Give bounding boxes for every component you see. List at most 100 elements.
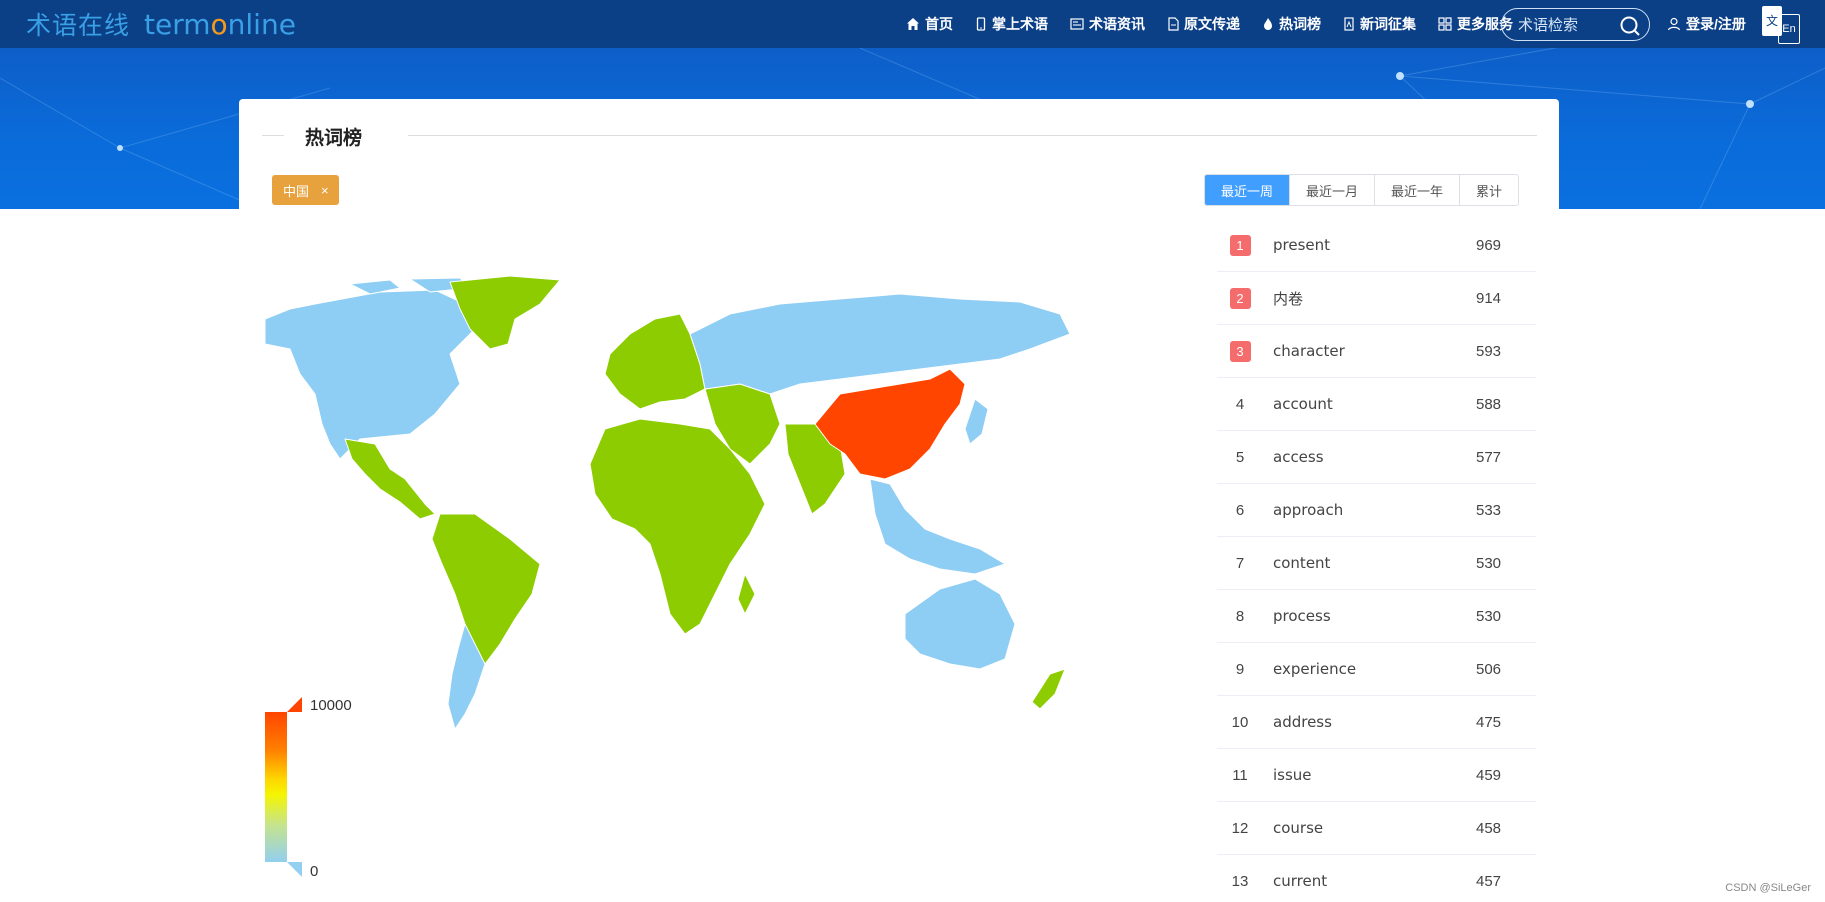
- language-switch[interactable]: En 文: [1762, 6, 1802, 44]
- rank-count: 459: [1476, 766, 1502, 784]
- ranking-row[interactable]: 2 内卷 914: [1217, 272, 1536, 325]
- logo-en-o: o: [210, 8, 228, 41]
- rank-word: 内卷: [1273, 289, 1304, 308]
- rank-word: content: [1273, 554, 1331, 572]
- nav-hot-words-label: 热词榜: [1279, 16, 1321, 32]
- map-region-south-america[interactable]: [431, 513, 541, 665]
- map-region-mexico-central-america[interactable]: [344, 438, 436, 520]
- document-icon: [1168, 17, 1179, 31]
- nav-term-news-label: 术语资讯: [1089, 16, 1145, 32]
- rank-count: 506: [1476, 660, 1502, 678]
- rank-count: 577: [1476, 448, 1502, 466]
- region-filter-tag: 中国 ×: [272, 175, 339, 205]
- close-icon[interactable]: ×: [321, 183, 329, 198]
- legend-min-handle[interactable]: [287, 862, 302, 877]
- site-logo[interactable]: 术语在线 termonline: [26, 6, 296, 42]
- title-divider-left: [262, 135, 284, 136]
- rank-count: 458: [1476, 819, 1502, 837]
- phone-icon: [976, 17, 986, 31]
- map-region-new-zealand[interactable]: [1031, 668, 1066, 710]
- watermark: CSDN @SiLeGer: [1725, 882, 1811, 894]
- lang-zh: 文: [1762, 6, 1782, 36]
- rank-word: issue: [1273, 766, 1312, 784]
- ranking-row[interactable]: 9 experience 506: [1217, 643, 1536, 696]
- rank-badge: 3: [1229, 340, 1251, 362]
- tab-cumulative[interactable]: 累计: [1459, 175, 1519, 205]
- tab-last-year[interactable]: 最近一年: [1374, 175, 1460, 205]
- nav-document-delivery[interactable]: 原文传递: [1167, 14, 1240, 34]
- rank-number: 8: [1235, 607, 1245, 625]
- map-region-southeast-asia[interactable]: [869, 478, 1006, 575]
- logo-en-suffix: nline: [227, 8, 296, 41]
- nav-mobile-terms[interactable]: 掌上术语: [975, 14, 1048, 34]
- page-title: 热词榜: [305, 127, 363, 149]
- rank-number: 3: [1217, 340, 1263, 362]
- tab-last-week[interactable]: 最近一周: [1205, 175, 1290, 205]
- rank-number: 7: [1235, 554, 1245, 572]
- rank-word: address: [1273, 713, 1332, 731]
- rank-number: 12: [1231, 819, 1249, 837]
- top-navigation-bar: 术语在线 termonline 首页 掌上术语 术语资讯 原文传递 热词榜 新词…: [0, 0, 1825, 48]
- ranking-row[interactable]: 6 approach 533: [1217, 484, 1536, 537]
- nav-new-words-collection[interactable]: 新词征集: [1343, 14, 1416, 34]
- nav-home-label: 首页: [925, 16, 953, 32]
- nav-home[interactable]: 首页: [906, 14, 953, 34]
- map-region-australia[interactable]: [904, 578, 1016, 670]
- section-header: 热词榜: [262, 123, 1537, 149]
- map-region-africa[interactable]: [737, 573, 756, 615]
- map-legend: 10000 0: [265, 697, 375, 880]
- ranking-row[interactable]: 7 content 530: [1217, 537, 1536, 590]
- ranking-row[interactable]: 1 present 969: [1217, 219, 1536, 272]
- nav-mobile-terms-label: 掌上术语: [992, 16, 1048, 32]
- search-input[interactable]: [1518, 15, 1618, 34]
- login-register-label: 登录/注册: [1686, 16, 1746, 32]
- user-icon: [1667, 17, 1681, 31]
- nav-document-delivery-label: 原文传递: [1184, 16, 1240, 32]
- tab-last-month[interactable]: 最近一月: [1289, 175, 1375, 205]
- rank-count: 588: [1476, 395, 1502, 413]
- nav-term-news[interactable]: 术语资讯: [1070, 14, 1145, 34]
- ranking-row[interactable]: 4 account 588: [1217, 378, 1536, 431]
- map-region-north-america[interactable]: [264, 289, 476, 460]
- login-register-link[interactable]: 登录/注册: [1667, 14, 1746, 34]
- ranking-row[interactable]: 10 address 475: [1217, 696, 1536, 749]
- ranking-row[interactable]: 8 process 530: [1217, 590, 1536, 643]
- rank-count: 475: [1476, 713, 1502, 731]
- rank-count: 593: [1476, 342, 1502, 360]
- rank-word: character: [1273, 342, 1345, 360]
- ranking-row[interactable]: 3 character 593: [1217, 325, 1536, 378]
- map-region-russia[interactable]: [689, 293, 1071, 395]
- rank-number: 2: [1217, 287, 1263, 309]
- rank-count: 530: [1476, 607, 1502, 625]
- logo-en-prefix: term: [144, 8, 211, 41]
- rank-count: 533: [1476, 501, 1502, 519]
- map-region-europe[interactable]: [604, 313, 706, 410]
- search-box: [1501, 8, 1650, 41]
- title-divider-right: [408, 135, 1537, 136]
- rank-word: account: [1273, 395, 1333, 413]
- rank-word: course: [1273, 819, 1324, 837]
- nav-hot-words[interactable]: 热词榜: [1262, 14, 1321, 34]
- ranking-row[interactable]: 13 current 457: [1217, 855, 1536, 902]
- rank-word: process: [1273, 607, 1331, 625]
- grid-icon: [1438, 17, 1452, 31]
- period-tabs: 最近一周 最近一月 最近一年 累计: [1204, 174, 1520, 206]
- hot-words-ranking: 1 present 969 2 内卷 914 3 character 593 4 account 58…: [1217, 219, 1536, 902]
- map-region-japan[interactable]: [964, 398, 989, 445]
- ranking-row[interactable]: 5 access 577: [1217, 431, 1536, 484]
- rank-word: present: [1273, 236, 1331, 254]
- legend-gradient-bar: [265, 712, 287, 862]
- world-map: [260, 274, 1190, 834]
- legend-min-label: 0: [310, 863, 319, 880]
- rank-count: 530: [1476, 554, 1502, 572]
- rank-number: 11: [1232, 766, 1248, 784]
- legend-max-handle[interactable]: [287, 697, 302, 712]
- world-map-svg: [264, 275, 1071, 730]
- rank-word: experience: [1273, 660, 1357, 678]
- ranking-row[interactable]: 12 course 458: [1217, 802, 1536, 855]
- main-nav: 首页 掌上术语 术语资讯 原文传递 热词榜 新词征集 更多服务: [906, 0, 1535, 48]
- logo-chinese-text: 术语在线: [26, 11, 131, 40]
- search-button[interactable]: [1619, 15, 1641, 42]
- flame-icon: [1264, 18, 1272, 30]
- ranking-row[interactable]: 11 issue 459: [1217, 749, 1536, 802]
